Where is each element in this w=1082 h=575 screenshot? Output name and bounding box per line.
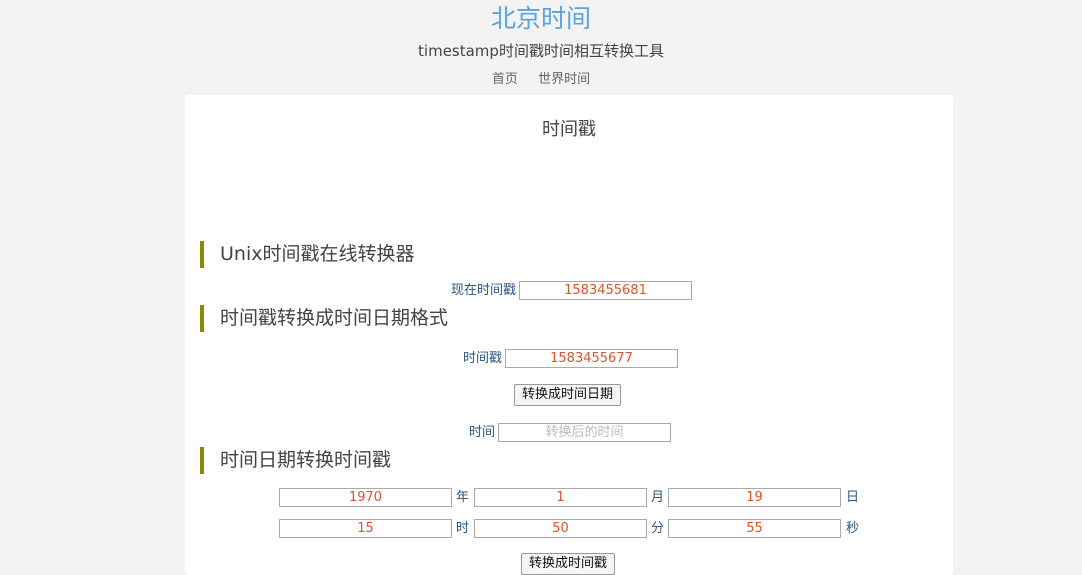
now-timestamp-input[interactable] <box>519 281 692 300</box>
day-input[interactable] <box>668 488 841 507</box>
month-input[interactable] <box>474 488 647 507</box>
convert-to-date-button[interactable]: 转换成时间日期 <box>514 384 622 406</box>
section-heading-date-to-ts: 时间日期转换时间戳 <box>200 447 391 474</box>
site-subtitle: timestamp时间戳时间相互转换工具 <box>418 42 664 60</box>
minute-input[interactable] <box>474 519 647 538</box>
timestamp-input[interactable] <box>505 349 678 368</box>
minute-unit: 分 <box>651 521 665 536</box>
section-heading-unix: Unix时间戳在线转换器 <box>200 241 414 268</box>
nav-world-time-link[interactable]: 世界时间 <box>538 72 590 87</box>
top-nav: 首页 世界时间 <box>0 70 1082 90</box>
hour-unit: 时 <box>456 521 470 536</box>
now-timestamp-label: 现在时间戳 <box>450 283 516 298</box>
site-title[interactable]: 北京时间 <box>0 2 1082 36</box>
section-heading-ts-to-date: 时间戳转换成时间日期格式 <box>200 305 448 332</box>
nav-home-link[interactable]: 首页 <box>492 72 518 87</box>
panel-title: 时间戳 <box>542 119 596 140</box>
second-unit: 秒 <box>846 521 860 536</box>
second-input[interactable] <box>668 519 841 538</box>
hour-input[interactable] <box>279 519 452 538</box>
result-time-input[interactable] <box>498 423 671 442</box>
convert-to-timestamp-button[interactable]: 转换成时间戳 <box>521 553 616 575</box>
year-input[interactable] <box>279 488 452 507</box>
year-unit: 年 <box>456 490 470 505</box>
month-unit: 月 <box>651 490 665 505</box>
result-time-label: 时间 <box>468 425 495 440</box>
day-unit: 日 <box>846 490 860 505</box>
timestamp-label: 时间戳 <box>462 351 502 366</box>
